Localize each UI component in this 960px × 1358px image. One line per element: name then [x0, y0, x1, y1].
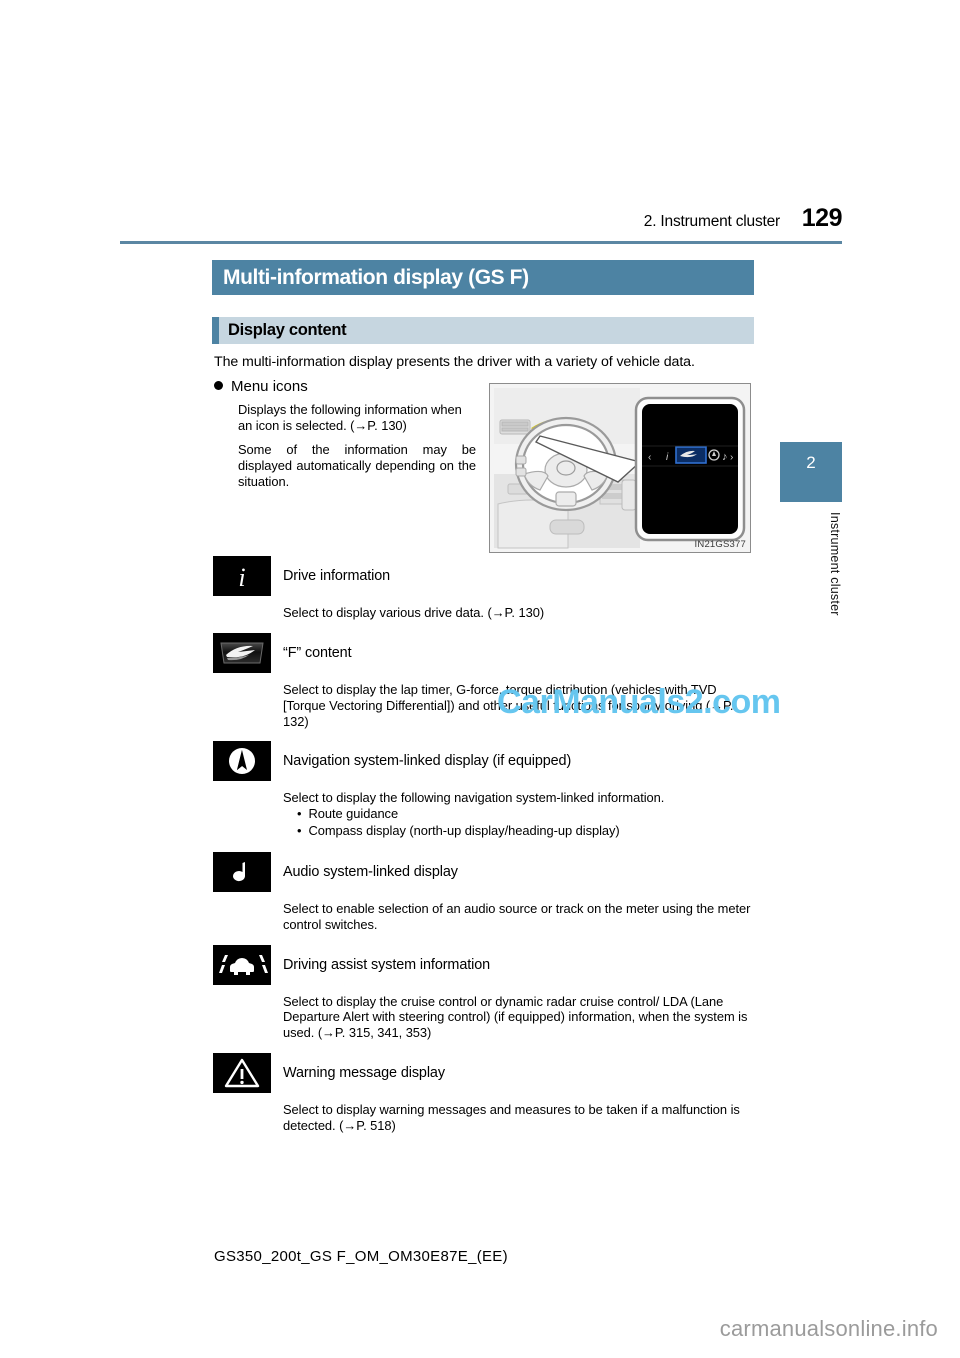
figure-illustration: ‹ i ♪ ›	[490, 384, 750, 552]
menu-icons-paragraph-1: Displays the following information when …	[238, 402, 462, 434]
icon-row-description: Select to display the cruise control or …	[283, 993, 748, 1041]
subsection-bar: Display content	[212, 317, 754, 344]
icon-row-label: Warning message display	[283, 1065, 445, 1082]
icon-row-header: “F” content	[213, 632, 758, 673]
page-title: Multi-information display (GS F)	[223, 265, 529, 289]
figure-steering-wheel-display: ‹ i ♪ › IN21GS377	[489, 383, 751, 553]
table-row: Navigation system-linked display (if equ…	[213, 741, 758, 839]
icon-row-header: i Drive information	[213, 556, 758, 596]
icon-row-description: Select to display various drive data. (→…	[283, 605, 545, 620]
subsection-accent-block	[212, 317, 219, 344]
warning-triangle-icon[interactable]	[213, 1053, 271, 1094]
table-row: Driving assist system information Select…	[213, 944, 758, 1042]
table-row: “F” content Select to display the lap ti…	[213, 632, 758, 730]
intro-paragraph: The multi-information display presents t…	[214, 354, 695, 370]
filled-bullet-icon	[214, 381, 223, 390]
icon-row-header: Navigation system-linked display (if equ…	[213, 741, 758, 782]
list-item: • Compass display (north-up display/head…	[283, 823, 758, 840]
svg-text:‹: ‹	[648, 452, 651, 463]
info-i-glyph: i	[213, 556, 271, 596]
page-number: 129	[801, 204, 843, 232]
driving-assist-glyph	[213, 944, 271, 985]
section-banner: Multi-information display (GS F)	[212, 260, 754, 295]
svg-text:›: ›	[730, 452, 733, 463]
menu-icons-block: Menu icons Displays the following inform…	[214, 378, 476, 490]
menu-icons-paragraph-2: Some of the information may be displayed…	[238, 441, 476, 490]
list-item: • Route guidance	[283, 806, 758, 823]
icon-row-label: Driving assist system information	[283, 956, 491, 973]
lexus-f-badge-glyph	[213, 632, 271, 673]
info-i-icon[interactable]: i	[213, 556, 271, 596]
icon-row-label: Navigation system-linked display (if equ…	[283, 753, 572, 770]
music-note-glyph	[213, 851, 271, 892]
navigation-compass-icon[interactable]	[213, 741, 271, 782]
table-row: i Drive information Select to display va…	[213, 556, 758, 621]
svg-text:i: i	[238, 563, 245, 592]
icon-row-label: Drive information	[283, 568, 391, 584]
chapter-tab-label: Instrument cluster	[828, 512, 842, 616]
sub-bullet-icon: •	[297, 823, 302, 839]
icon-row-header: Warning message display	[213, 1053, 758, 1094]
header-chapter-title: 2. Instrument cluster	[643, 213, 780, 230]
chapter-tab-2[interactable]: 2	[780, 442, 842, 502]
list-item-label: Route guidance	[308, 806, 399, 822]
page-header: 2. Instrument cluster 129	[120, 204, 843, 233]
table-row: Audio system-linked display Select to en…	[213, 851, 758, 933]
icon-row-description: Select to display the lap timer, G-force…	[283, 681, 734, 729]
icon-row-label: “F” content	[283, 644, 352, 661]
warning-triangle-glyph	[213, 1053, 271, 1094]
header-rule	[120, 241, 842, 244]
menu-icons-heading: Menu icons	[231, 378, 308, 395]
icon-row-header: Audio system-linked display	[213, 851, 758, 892]
icon-row-description: Select to display the following navigati…	[271, 790, 758, 839]
music-note-icon[interactable]	[213, 851, 271, 892]
lexus-f-badge-icon[interactable]	[213, 632, 271, 673]
icon-row-description-text: Select to display the following navigati…	[283, 790, 665, 806]
icon-row-description: Select to enable selection of an audio s…	[283, 900, 751, 932]
chapter-tab-number: 2	[806, 453, 816, 472]
footer-document-code: GS350_200t_GS F_OM_OM30E87E_(EE)	[214, 1248, 508, 1265]
menu-icon-table: i Drive information Select to display va…	[213, 556, 758, 1146]
driving-assist-lane-car-icon[interactable]	[213, 944, 271, 985]
list-item-label: Compass display (north-up display/headin…	[308, 823, 620, 839]
manual-page: 2. Instrument cluster 129 Multi-informat…	[0, 0, 960, 1358]
svg-text:♪: ♪	[722, 451, 728, 463]
navigation-compass-glyph	[213, 741, 271, 782]
table-row: Warning message display Select to displa…	[213, 1053, 758, 1134]
figure-code: IN21GS377	[694, 539, 746, 550]
icon-row-description: Select to display warning messages and m…	[283, 1102, 740, 1133]
icon-row-label: Audio system-linked display	[283, 863, 458, 880]
sub-bullet-icon: •	[297, 806, 302, 822]
navigation-sub-list: • Route guidance • Compass display (nort…	[283, 806, 758, 840]
menu-icons-heading-row: Menu icons	[214, 378, 476, 395]
subsection-title: Display content	[228, 321, 347, 339]
icon-row-header: Driving assist system information	[213, 944, 758, 985]
watermark-carmanualsonline: carmanualsonline.info	[719, 1316, 938, 1341]
